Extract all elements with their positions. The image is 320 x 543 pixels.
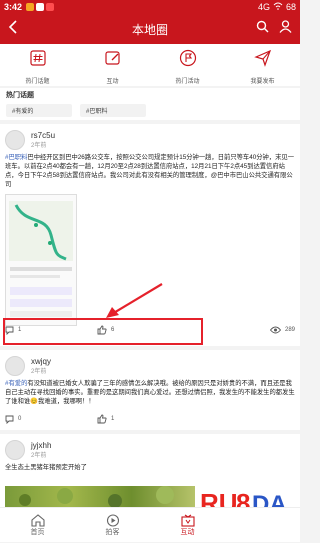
notification-icon	[46, 3, 55, 11]
post-body: 全生态土黑猪年猪预定开始了	[5, 464, 87, 471]
nav-label: 互动	[180, 528, 195, 536]
comment-button[interactable]: 0	[5, 415, 97, 424]
quick-actions: 热门话题 互动 热门活动 我要发布	[0, 44, 300, 86]
status-bar: 3:42 4G 68	[0, 0, 300, 14]
post-text: #有爱的有没知道被已婚女人欺骗了三年的感情怎么解决哦。被给的原因只是对娇贵的不满…	[5, 379, 295, 406]
quick-action-interact[interactable]: 互动	[75, 44, 150, 86]
post-time: 2年前	[31, 453, 47, 459]
nav-extra[interactable]	[225, 508, 300, 542]
map-screenshot-icon	[6, 195, 76, 325]
post-body: 巴中经开区到巴中26路公交车，按照公交公司规定预计15分钟一趟，日前只等车40分…	[5, 154, 294, 188]
quick-action-hot-events[interactable]: 热门活动	[150, 44, 225, 86]
post-tag[interactable]: #有爱的	[5, 380, 27, 387]
nav-label: 拍客	[105, 528, 120, 536]
post-tag[interactable]: #巴职料	[5, 154, 27, 161]
status-app-icons	[26, 3, 55, 11]
post-card[interactable]: xwjqy 2年前 #有爱的有没知道被已婚女人欺骗了三年的感情怎么解决哦。被给的…	[0, 350, 300, 430]
battery-icon: 68	[285, 2, 296, 12]
post-text: #巴职料巴中经开区到巴中26路公交车，按照公交公司规定预计15分钟一趟，日前只等…	[5, 153, 295, 189]
status-time: 3:42	[4, 2, 23, 12]
send-icon	[253, 49, 272, 72]
nav-interact[interactable]: 互动	[150, 508, 225, 542]
home-icon	[30, 513, 45, 527]
comment-icon	[5, 415, 14, 424]
quick-action-label: 互动	[106, 79, 119, 85]
post-username[interactable]: rs7c5u	[31, 131, 55, 140]
like-button[interactable]: 1	[97, 414, 114, 424]
notification-icon	[36, 3, 45, 11]
avatar[interactable]	[5, 440, 25, 460]
interact-icon	[180, 514, 195, 527]
nav-label: 首页	[30, 528, 45, 536]
avatar[interactable]	[5, 356, 25, 376]
quick-action-hot-topics[interactable]: 热门话题	[0, 44, 75, 86]
status-right: 4G 68	[258, 2, 296, 12]
user-icon[interactable]	[279, 20, 292, 38]
post-time: 2年前	[31, 143, 47, 149]
comment-count: 0	[18, 416, 22, 422]
hot-topics-title: 热门话题	[6, 92, 34, 99]
hashtag-icon	[29, 49, 47, 72]
post-time: 2年前	[31, 369, 47, 375]
like-count: 1	[111, 416, 115, 422]
post-body: 有没知道被已婚女人欺骗了三年的感情怎么解决哦。被给的原因只是对娇贵的不满，而且还…	[5, 380, 295, 405]
page-title: 本地圈	[131, 22, 168, 37]
thumbs-up-icon	[97, 414, 107, 424]
nav-home[interactable]: 首页	[0, 508, 75, 542]
notification-icon	[26, 3, 35, 11]
post-username[interactable]: jyjxhh	[31, 441, 51, 450]
post-username[interactable]: xwjqy	[31, 357, 51, 366]
wifi-icon	[273, 2, 283, 12]
post-image[interactable]	[5, 486, 195, 507]
back-arrow-icon[interactable]	[8, 19, 18, 39]
topic-chip[interactable]: #巴职料	[80, 104, 146, 117]
eye-icon	[269, 326, 281, 334]
nav-paike[interactable]: 拍客	[75, 508, 150, 542]
search-icon[interactable]	[256, 20, 269, 38]
view-count: 289	[284, 327, 295, 333]
quick-action-publish[interactable]: 我要发布	[225, 44, 300, 86]
photo-icon	[19, 486, 174, 507]
quick-action-label: 我要发布	[250, 79, 275, 85]
quick-action-label: 热门活动	[175, 79, 200, 85]
app-header: 本地圈	[0, 14, 300, 44]
video-icon	[106, 513, 119, 527]
signal-icon: 4G	[257, 2, 270, 12]
hot-topics-section: 热门话题 #有爱的 #巴职料	[0, 88, 300, 120]
highlight-box	[3, 318, 203, 345]
quick-action-label: 热门话题	[25, 79, 50, 85]
view-count-area: 289	[269, 326, 295, 334]
avatar[interactable]	[5, 130, 25, 150]
flag-icon	[179, 49, 197, 72]
bottom-nav: 首页 拍客 互动	[0, 507, 300, 542]
post-text: 全生态土黑猪年猪预定开始了	[5, 463, 295, 472]
topic-chip[interactable]: #有爱的	[6, 104, 72, 117]
post-image[interactable]	[5, 194, 77, 326]
annotation-arrow-icon	[106, 283, 163, 318]
edit-icon	[104, 49, 122, 72]
